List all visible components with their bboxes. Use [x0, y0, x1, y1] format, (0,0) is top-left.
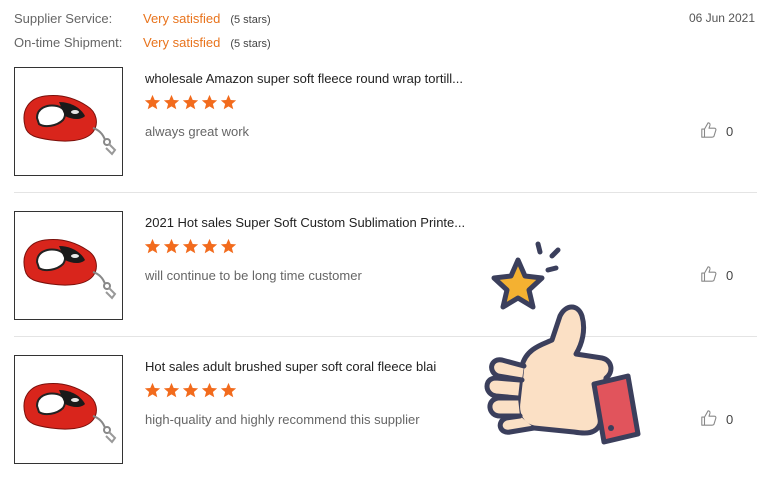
- rating-label: On-time Shipment:: [14, 35, 123, 50]
- star-icon: [144, 238, 161, 254]
- product-title[interactable]: wholesale Amazon super soft fleece round…: [145, 71, 463, 86]
- on-time-shipment-rating: On-time Shipment: Very satisfied (5 star…: [14, 35, 271, 50]
- product-title[interactable]: Hot sales adult brushed super soft coral…: [145, 359, 436, 374]
- review-comment: high-quality and highly recommend this s…: [145, 412, 420, 427]
- star-icon: [144, 94, 161, 110]
- rating-stars-text: (5 stars): [230, 38, 271, 50]
- helpful-button[interactable]: 0: [700, 265, 733, 286]
- divider: [14, 192, 757, 193]
- rating-value: Very satisfied: [143, 35, 221, 50]
- star-icon: [201, 238, 218, 254]
- product-title[interactable]: 2021 Hot sales Super Soft Custom Sublima…: [145, 215, 465, 230]
- helpful-button[interactable]: 0: [700, 409, 733, 430]
- rating-value: Very satisfied: [143, 11, 221, 26]
- rating-label: Supplier Service:: [14, 11, 113, 26]
- review-item: wholesale Amazon super soft fleece round…: [14, 67, 758, 177]
- review-comment: will continue to be long time customer: [145, 268, 362, 283]
- product-thumbnail[interactable]: [14, 67, 123, 176]
- star-icon: [163, 382, 180, 398]
- review-comment: always great work: [145, 124, 250, 139]
- supplier-service-rating: Supplier Service: Very satisfied (5 star…: [14, 11, 271, 26]
- star-icon: [163, 238, 180, 254]
- star-rating: [144, 94, 237, 111]
- star-icon: [220, 382, 237, 398]
- star-icon: [220, 94, 237, 110]
- review-date: 06 Jun 2021: [688, 11, 755, 25]
- thumbs-up-icon: [700, 409, 718, 430]
- like-count: 0: [726, 268, 734, 283]
- star-icon: [220, 238, 237, 254]
- star-icon: [201, 94, 218, 110]
- star-icon: [182, 94, 199, 110]
- star-icon: [182, 382, 199, 398]
- thumbs-up-icon: [700, 265, 718, 286]
- star-icon: [182, 238, 199, 254]
- like-count: 0: [726, 124, 734, 139]
- star-icon: [163, 94, 180, 110]
- rating-stars-text: (5 stars): [230, 14, 271, 26]
- thumbs-up-icon: [700, 121, 718, 142]
- star-rating: [144, 382, 237, 399]
- helpful-button[interactable]: 0: [700, 121, 733, 142]
- star-icon: [201, 382, 218, 398]
- star-rating: [144, 238, 237, 255]
- thumbs-up-sticker-icon: [484, 241, 641, 445]
- star-icon: [144, 382, 161, 398]
- product-thumbnail[interactable]: [14, 211, 123, 320]
- like-count: 0: [726, 412, 734, 427]
- product-thumbnail[interactable]: [14, 355, 123, 464]
